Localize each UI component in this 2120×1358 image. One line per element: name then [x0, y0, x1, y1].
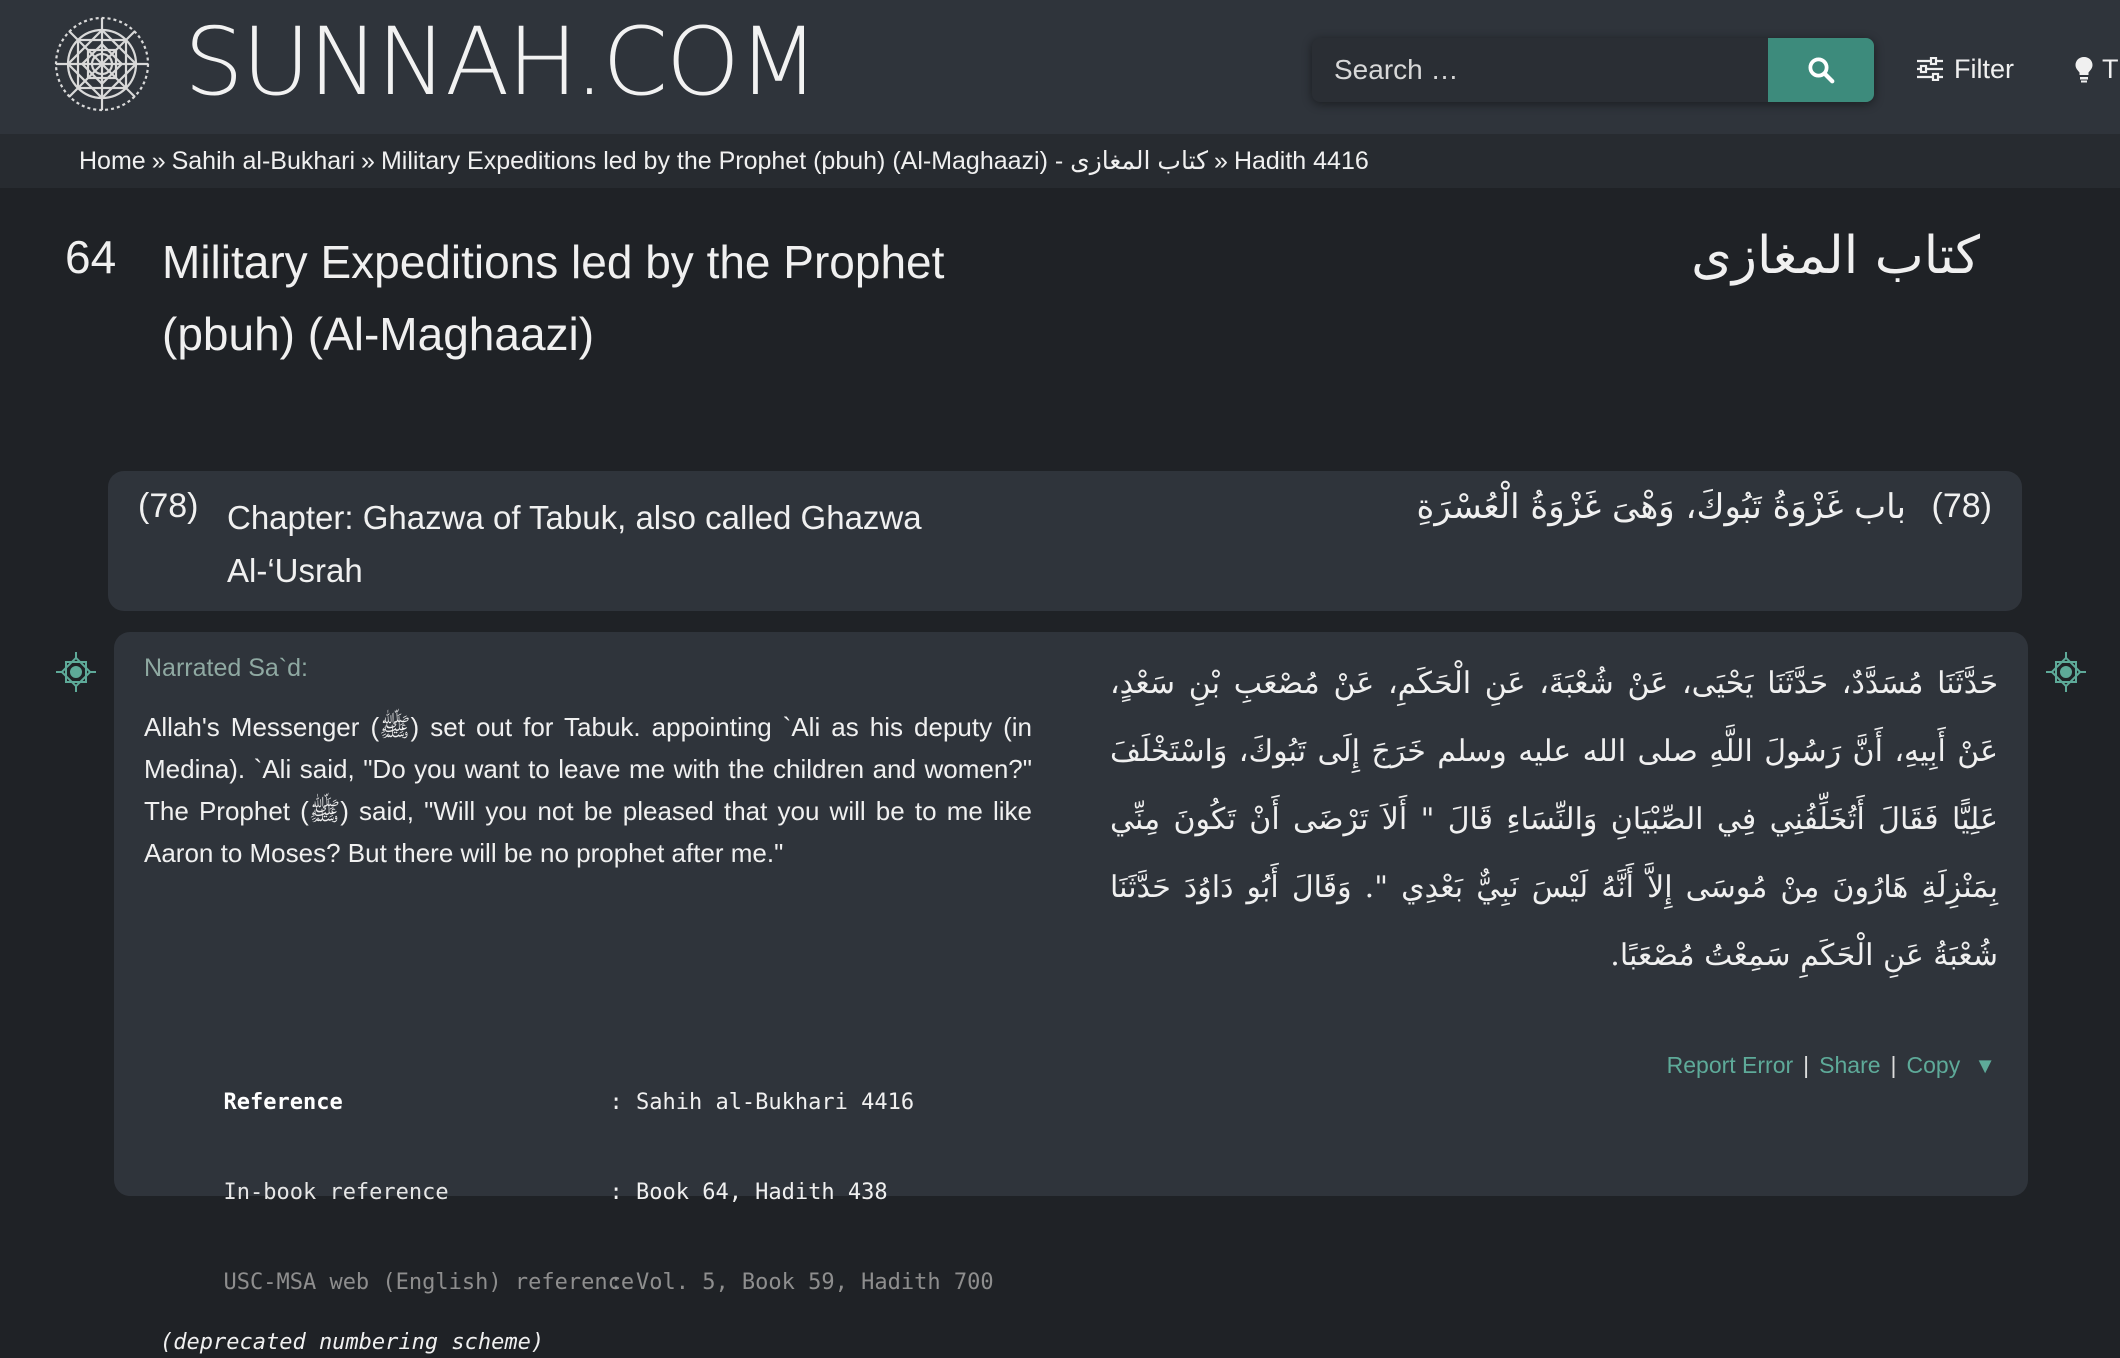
site-header: SUNNAH.COM Filter [0, 0, 2120, 134]
book-title-english: Military Expeditions led by the Prophet … [162, 236, 945, 360]
breadcrumb-book[interactable]: Military Expeditions led by the Prophet … [381, 147, 1208, 175]
hadith-narrator: Narrated Sa`d: [144, 654, 308, 682]
hadith-container: Narrated Sa`d: Allah's Messenger (ﷺ) set… [114, 632, 2028, 1355]
theme-toggle-button[interactable]: T [2074, 46, 2119, 92]
usc-msa-reference-row: USC-MSA web (English) reference: Vol. 5,… [144, 1238, 994, 1328]
search-bar [1312, 38, 1874, 102]
book-number: 64 [65, 231, 117, 283]
hadith-permalink-icon[interactable] [56, 652, 96, 692]
search-icon [1808, 57, 1835, 84]
chapter-title-arabic: باب غَزْوَةُ تَبُوكَ، وَهْىَ غَزْوَةُ ال… [1416, 487, 1907, 527]
hadith-text-arabic: حَدَّثَنَا مُسَدَّدٌ، حَدَّثَنَا يَحْيَى… [1110, 666, 1998, 973]
usc-msa-reference-value: : Vol. 5, Book 59, Hadith 700 [609, 1270, 994, 1295]
filter-label: Filter [1954, 53, 2014, 84]
chapter-number: (78) [138, 487, 199, 525]
sliders-icon [1917, 57, 1943, 81]
search-button[interactable] [1768, 38, 1874, 102]
site-logo-text[interactable]: SUNNAH.COM [184, 8, 819, 118]
copy-dropdown-arrow-icon[interactable]: ▼ [1974, 1053, 1996, 1079]
filter-button[interactable]: Filter [1916, 46, 2014, 92]
breadcrumb-separator: » [1214, 147, 1228, 175]
breadcrumb-collection[interactable]: Sahih al-Bukhari [172, 147, 355, 175]
share-link[interactable]: Share [1819, 1052, 1880, 1079]
breadcrumb: Home» Sahih al-Bukhari» Military Expeditio… [79, 146, 1369, 176]
breadcrumb-separator: » [151, 147, 166, 175]
chapter-header: (78) Chapter: Ghazwa of Tabuk, also call… [108, 471, 2022, 611]
hadith-permalink-icon[interactable] [2046, 652, 2086, 692]
copy-link[interactable]: Copy [1907, 1052, 1961, 1079]
action-divider: | [1890, 1052, 1897, 1078]
breadcrumb-separator: » [361, 147, 375, 175]
hadith-references: Reference : Sahih al-Bukhari 4416 In-book… [144, 1058, 994, 1358]
chapter-number-arabic: (78) [1931, 487, 1992, 525]
chapter-title-english: Chapter: Ghazwa of Tabuk, also called Gh… [227, 499, 922, 589]
inbook-reference-label: In-book reference [223, 1180, 449, 1205]
reference-label: Reference [223, 1090, 343, 1115]
book-title-arabic: كتاب المغازى [1691, 226, 1980, 286]
action-divider: | [1803, 1052, 1810, 1078]
reference-value: : Sahih al-Bukhari 4416 [609, 1090, 915, 1115]
inbook-reference-row: In-book reference : Book 64, Hadith 438 [144, 1148, 994, 1238]
breadcrumb-hadith: Hadith 4416 [1233, 147, 1369, 175]
usc-msa-reference-label: USC-MSA web (English) reference [223, 1270, 635, 1295]
theme-label: T [2102, 53, 2119, 84]
reference-row: Reference : Sahih al-Bukhari 4416 [144, 1058, 994, 1148]
report-error-link[interactable]: Report Error [1667, 1052, 1794, 1079]
breadcrumb-home[interactable]: Home [79, 147, 146, 175]
lightbulb-icon [2075, 57, 2093, 83]
hadith-text-english: Allah's Messenger (ﷺ) set out for Tabuk.… [144, 712, 1033, 868]
search-input[interactable] [1312, 38, 1768, 102]
breadcrumb-bar: Home» Sahih al-Bukhari» Military Expeditio… [0, 134, 2120, 188]
hadith-actions: Report Error | Share | Copy ▼ [1667, 1052, 1996, 1079]
deprecated-scheme-note: (deprecated numbering scheme) [160, 1330, 545, 1355]
geometric-logo-icon[interactable] [52, 14, 152, 114]
inbook-reference-value: : Book 64, Hadith 438 [609, 1180, 888, 1205]
